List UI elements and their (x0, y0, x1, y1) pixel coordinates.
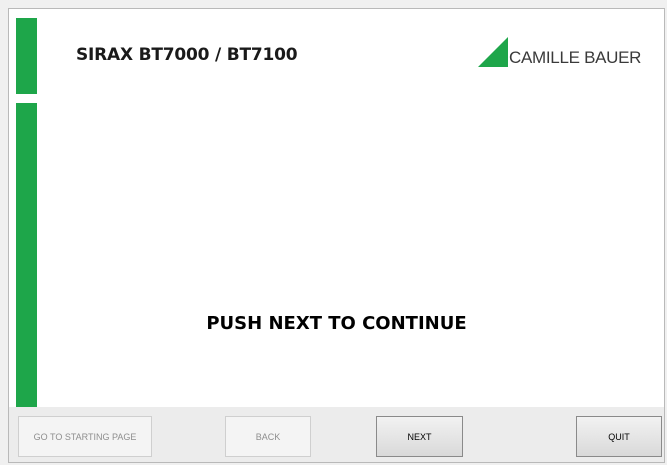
company-logo: CAMILLE BAUER (478, 37, 642, 69)
back-button[interactable]: BACK (225, 416, 311, 457)
quit-button[interactable]: QUIT (576, 416, 662, 457)
next-button[interactable]: NEXT (376, 416, 463, 457)
green-accent-bar-bottom (16, 103, 37, 407)
green-triangle-icon (478, 37, 508, 67)
logo-text: CAMILLE BAUER (509, 48, 642, 67)
content-panel: SIRAX BT7000 / BT7100 CAMILLE BAUER PUSH… (9, 9, 664, 407)
go-to-starting-page-button[interactable]: GO TO STARTING PAGE (18, 416, 152, 457)
green-accent-bar-top (16, 18, 37, 94)
instruction-message: PUSH NEXT TO CONTINUE (206, 313, 467, 334)
page-title: SIRAX BT7000 / BT7100 (76, 45, 298, 65)
